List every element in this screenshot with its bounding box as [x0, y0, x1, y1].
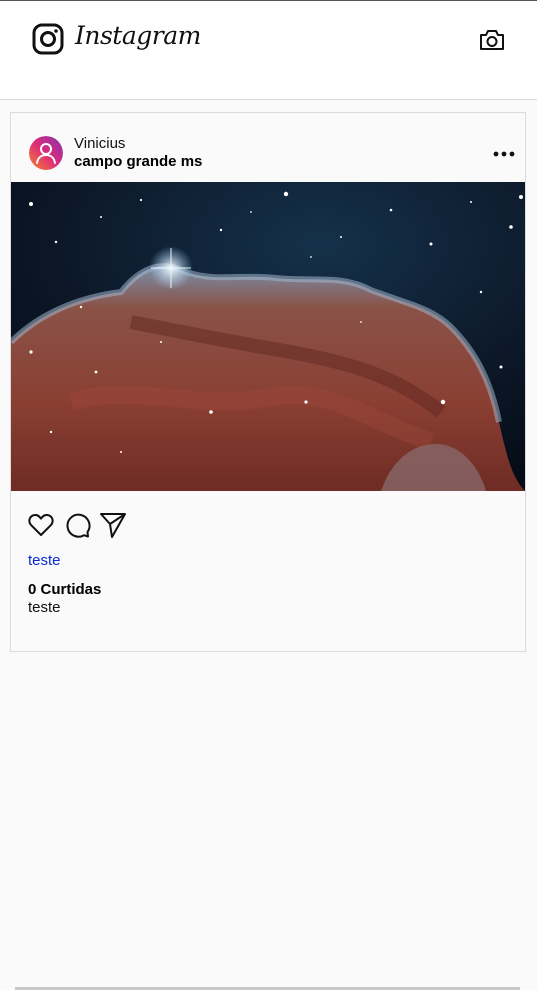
heart-icon[interactable]	[27, 511, 55, 539]
camera-icon[interactable]	[478, 27, 506, 53]
send-icon[interactable]	[99, 511, 127, 539]
post-image[interactable]	[11, 182, 525, 491]
post-author[interactable]: Vinicius	[74, 135, 125, 152]
app-header: Instagram	[0, 1, 537, 100]
user-avatar-icon	[29, 136, 63, 170]
post-description: teste	[28, 599, 61, 616]
post-link[interactable]: teste	[28, 552, 61, 569]
post-location[interactable]: campo grande ms	[74, 153, 202, 170]
instagram-wordmark[interactable]: Instagram	[75, 21, 201, 50]
avatar[interactable]	[29, 136, 63, 170]
comment-icon[interactable]	[63, 511, 91, 539]
likes-count: 0 Curtidas	[28, 581, 102, 598]
more-options-icon[interactable]	[491, 144, 517, 164]
feed-post: Vinicius campo grande ms teste 0 Curtida…	[10, 112, 526, 652]
instagram-logo-icon[interactable]	[32, 23, 64, 55]
